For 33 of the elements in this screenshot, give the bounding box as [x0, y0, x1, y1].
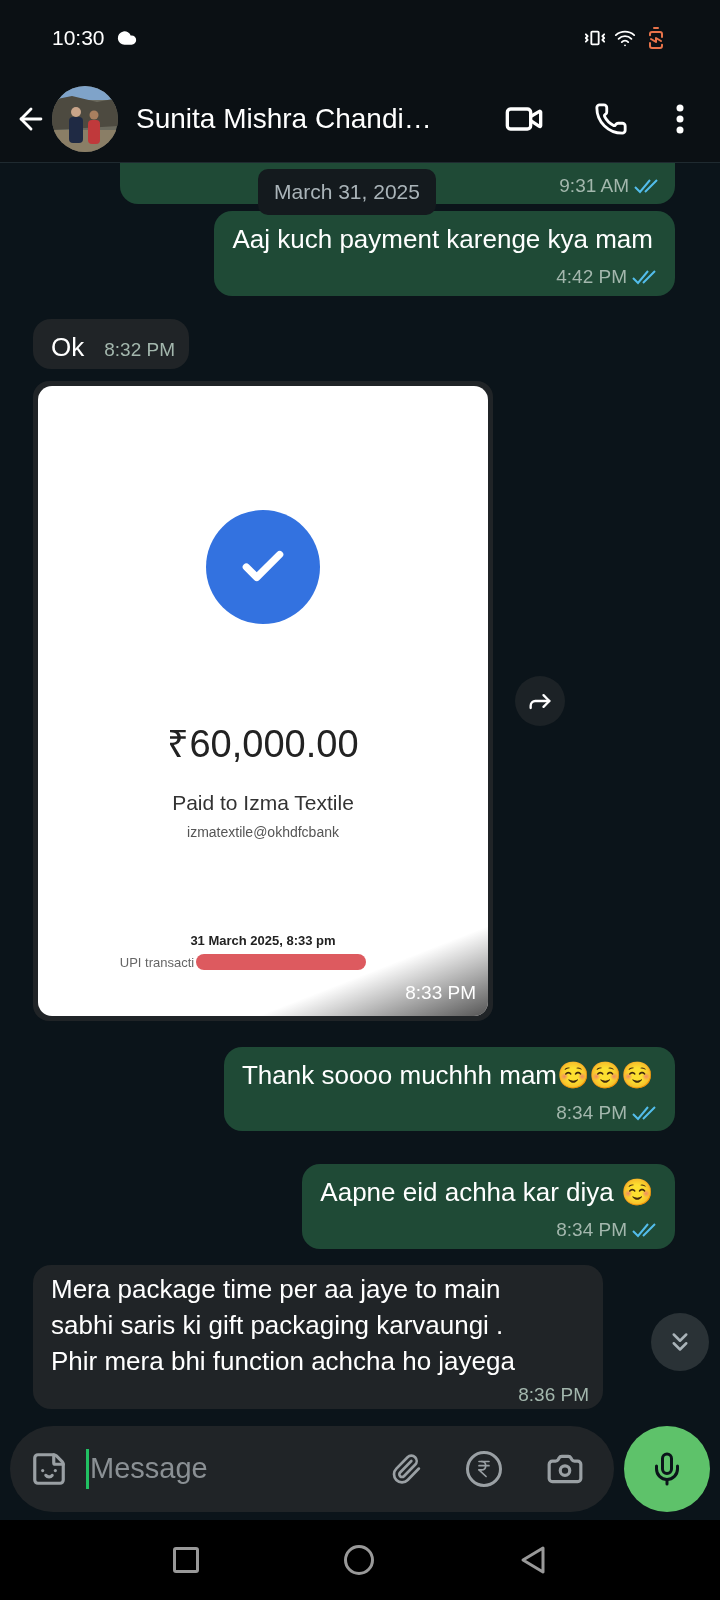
message-input[interactable]: Message — [90, 1447, 370, 1491]
phone-icon — [594, 101, 628, 136]
message-field[interactable]: Message — [10, 1426, 614, 1512]
back-nav-button[interactable] — [519, 1545, 548, 1575]
message-text: Mera package time per aa jaye to main sabhi saris ki gift packaging karvaungi . Phir mera bhi function achcha ho jayega — [51, 1272, 516, 1378]
more-options-icon — [676, 103, 684, 134]
phone-call-button[interactable] — [594, 101, 628, 136]
payment-amount: ₹60,000.00 — [167, 721, 359, 767]
forward-button[interactable] — [515, 675, 565, 726]
sticker-icon[interactable] — [30, 1450, 68, 1488]
payee-name: Paid to Izma Textile — [172, 789, 354, 816]
message-time: 8:34 PM — [556, 1100, 627, 1125]
paperclip-icon[interactable] — [390, 1453, 422, 1485]
message-time: 8:36 PM — [518, 1382, 589, 1407]
message-time: 8:33 PM — [405, 981, 476, 1005]
payment-screenshot[interactable]: ₹60,000.00 Paid to Izma Textile izmatextile@okhdfcbank 31 March 2025, 8:33 pm UPI transacti 8:33 PM — [38, 385, 488, 1016]
payment-date: 31 March 2025, 8:33 pm — [190, 932, 336, 950]
rupee-icon[interactable] — [466, 1451, 502, 1487]
transaction-label: UPI transacti — [119, 953, 195, 972]
message-time: 8:34 PM — [556, 1218, 627, 1242]
status-time: 10:30 — [52, 24, 105, 51]
message-time: 9:31 AM — [559, 173, 629, 198]
message-time: 8:32 PM — [104, 338, 175, 362]
message-text: Aaj kuch payment karenge kya mam — [232, 223, 654, 256]
recent-apps-button[interactable] — [172, 1547, 199, 1573]
message-text: Ok — [51, 330, 86, 364]
message-time: 4:42 PM — [556, 265, 627, 289]
menu-button[interactable] — [676, 103, 684, 134]
home-button[interactable] — [344, 1545, 374, 1575]
message-text: Aapne eid achha kar diya ☺ — [320, 1176, 654, 1209]
date-chip: March 31, 2025 — [258, 169, 436, 215]
message-text: Thank soooo muchhh mam☺☺☺ — [241, 1058, 654, 1092]
upi-id: izmatextile@okhdfcbank — [187, 823, 339, 842]
